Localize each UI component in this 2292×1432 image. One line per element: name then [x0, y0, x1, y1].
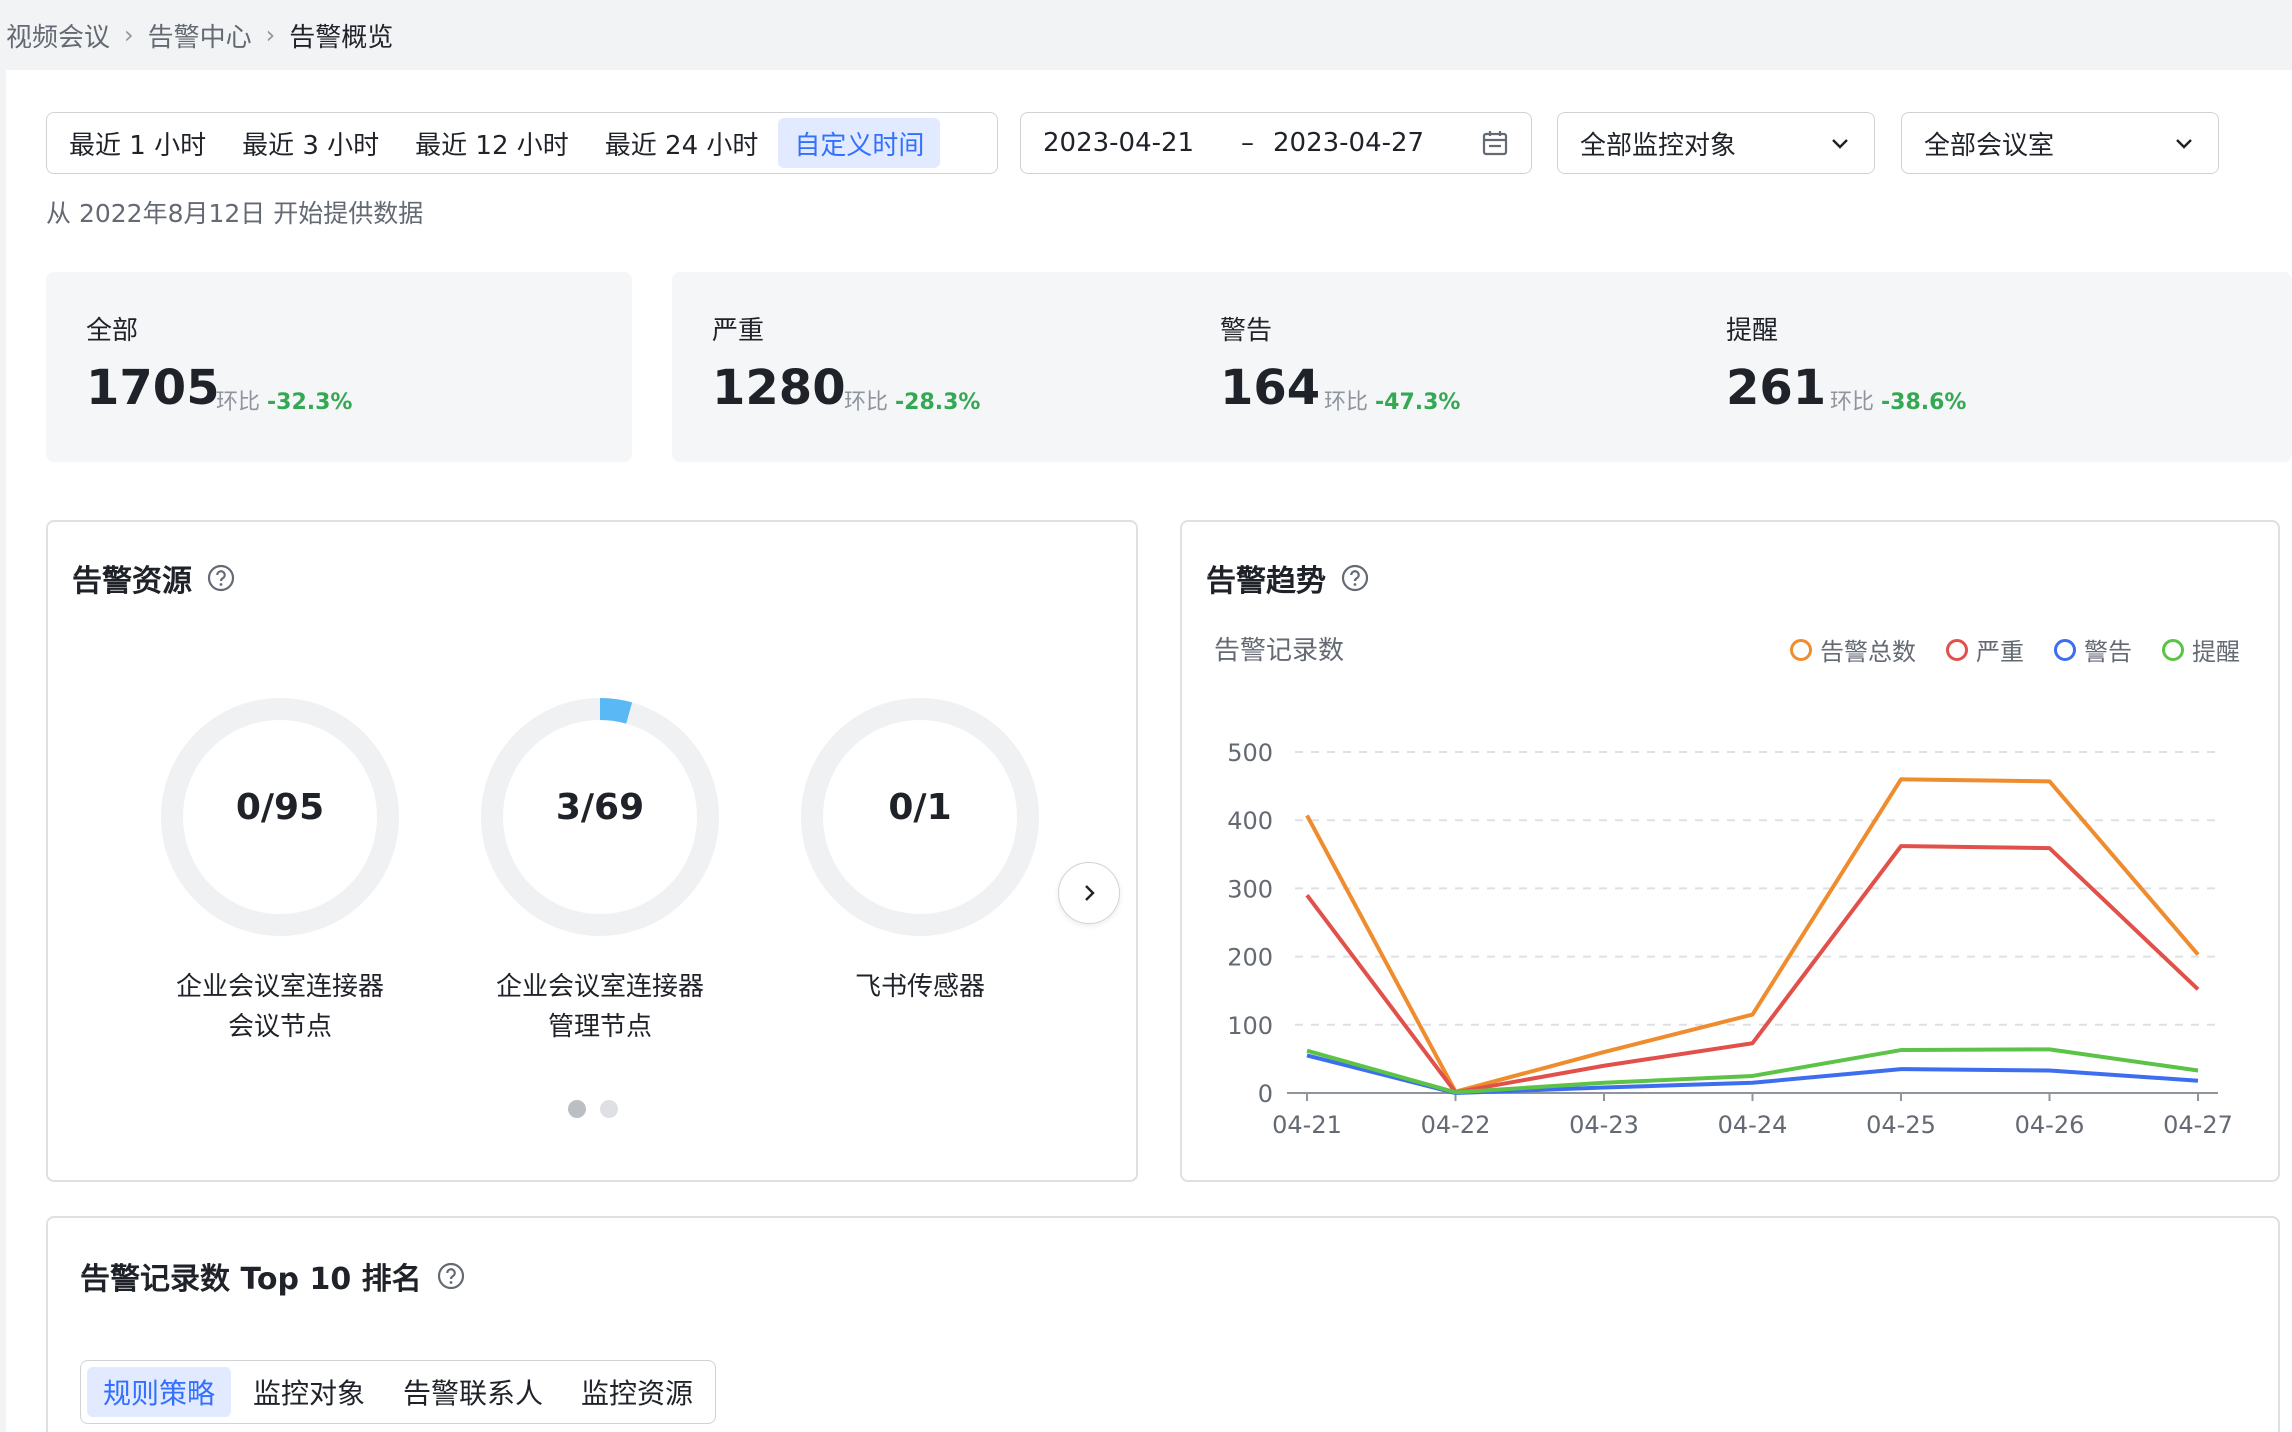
ring-value: 3/69 — [555, 787, 645, 828]
help-icon[interactable] — [206, 563, 236, 593]
pagination-dot-1[interactable] — [568, 1100, 586, 1118]
tab-monitor-object[interactable]: 监控对象 — [237, 1367, 381, 1417]
stat-compare: 环比 -28.3% — [844, 390, 981, 415]
ring-value: 0/1 — [888, 787, 952, 828]
time-range-group: 最近 1 小时 最近 3 小时 最近 12 小时 最近 24 小时 自定义时间 — [46, 112, 998, 174]
breadcrumb: 视频会议 › 告警中心 › 告警概览 — [0, 0, 2292, 70]
stat-change: -28.3% — [895, 390, 981, 415]
ring-label: 企业会议室连接器 会议节点 — [175, 972, 384, 1042]
x-tick-label: 04-23 — [1569, 1111, 1639, 1139]
chevron-right-icon: › — [265, 21, 276, 49]
stat-value: 261 — [1726, 360, 1827, 416]
date-start[interactable]: 2023-04-21 — [1043, 128, 1241, 158]
date-end[interactable]: 2023-04-27 — [1273, 128, 1481, 158]
stat-label: 全部 — [86, 316, 139, 346]
date-range-picker[interactable]: 2023-04-21 – 2023-04-27 — [1020, 112, 1532, 174]
y-tick-label: 100 — [1227, 1012, 1273, 1040]
stat-compare: 环比 -32.3% — [216, 390, 353, 415]
trend-line-chart: 0 100 200 300 400 500 04-21 04-22 04-23 04-24 04-2… — [1227, 739, 2233, 1139]
stat-card-levels: 严重 1280 环比 -28.3% 警告 164 环比 -47.3% 提醒 26… — [672, 272, 2292, 462]
card-title: 告警资源 — [72, 556, 236, 600]
y-tick-label: 0 — [1258, 1080, 1273, 1108]
breadcrumb-item-video-meeting[interactable]: 视频会议 — [6, 17, 110, 54]
ring-label: 企业会议室连接器 管理节点 — [495, 972, 704, 1042]
stat-change: -47.3% — [1375, 390, 1461, 415]
calendar-icon[interactable] — [1481, 129, 1509, 157]
main-content: 最近 1 小时 最近 3 小时 最近 12 小时 最近 24 小时 自定义时间 … — [6, 70, 2292, 1432]
y-tick-label: 200 — [1227, 944, 1273, 972]
tab-monitor-resource[interactable]: 监控资源 — [565, 1367, 709, 1417]
range-3h-button[interactable]: 最近 3 小时 — [226, 118, 395, 168]
range-custom-button[interactable]: 自定义时间 — [778, 118, 941, 168]
chevron-right-icon: › — [124, 21, 134, 49]
stat-change: -32.3% — [267, 390, 353, 415]
top10-title: 告警记录数 Top 10 排名 — [80, 1262, 422, 1297]
chevron-down-icon — [1832, 139, 1848, 149]
series-line-1 — [1305, 844, 2200, 1095]
pagination-dot-2[interactable] — [600, 1100, 618, 1118]
date-separator: – — [1241, 128, 1254, 158]
stat-label: 严重 — [712, 316, 765, 346]
x-tick-label: 04-21 — [1272, 1111, 1342, 1139]
monitor-object-select-value: 全部监控对象 — [1580, 130, 1737, 161]
x-tick-label: 04-22 — [1421, 1111, 1491, 1139]
range-12h-button[interactable]: 最近 12 小时 — [399, 118, 585, 168]
breadcrumb-item-alert-overview: 告警概览 — [289, 22, 394, 53]
stat-compare: 环比 -38.6% — [1830, 390, 1967, 415]
x-tick-label: 04-24 — [1718, 1111, 1788, 1139]
stat-label: 提醒 — [1726, 316, 1779, 346]
carousel-pagination — [568, 1100, 618, 1118]
meeting-room-select[interactable]: 全部会议室 — [1901, 112, 2219, 174]
tab-rule-policy[interactable]: 规则策略 — [87, 1367, 232, 1417]
monitor-object-select[interactable]: 全部监控对象 — [1557, 112, 1875, 174]
alert-source-title: 告警资源 — [72, 564, 192, 599]
stat-value: 1705 — [86, 360, 220, 416]
x-tick-label: 04-26 — [2015, 1111, 2085, 1139]
card-title: 告警记录数 Top 10 排名 — [80, 1254, 466, 1298]
stat-card-all: 全部 1705 环比 -32.3% — [46, 272, 632, 462]
alert-trend-card: 告警趋势 告警记录数 告警总数 严重 警告 提醒 0 100 200 300 400 50… — [1180, 520, 2280, 1182]
x-tick-label: 04-27 — [2163, 1111, 2233, 1139]
y-tick-label: 300 — [1227, 875, 1273, 903]
data-availability-hint: 从 2022年8月12日 开始提供数据 — [46, 199, 424, 228]
next-page-button[interactable] — [1058, 862, 1120, 924]
stat-compare: 环比 -47.3% — [1324, 390, 1461, 415]
top10-card: 告警记录数 Top 10 排名 规则策略 监控对象 告警联系人 监控资源 — [46, 1216, 2280, 1432]
alert-source-card: 告警资源 0/95 企业会议室连接器 会议节点 3/69 企业会议室连接器 管理… — [46, 520, 1138, 1182]
stat-change: -38.6% — [1881, 390, 1967, 415]
stat-value: 1280 — [712, 360, 846, 416]
tab-alert-contact[interactable]: 告警联系人 — [387, 1367, 559, 1417]
range-24h-button[interactable]: 最近 24 小时 — [589, 118, 775, 168]
breadcrumb-item-alert-center[interactable]: 告警中心 — [148, 17, 252, 54]
y-tick-label: 400 — [1227, 807, 1273, 835]
meeting-room-select-value: 全部会议室 — [1924, 130, 2055, 161]
top10-tabs: 规则策略 监控对象 告警联系人 监控资源 — [80, 1360, 717, 1424]
x-tick-label: 04-25 — [1866, 1111, 1936, 1139]
stat-value: 164 — [1220, 360, 1321, 416]
chevron-down-icon — [2176, 139, 2192, 149]
range-1h-button[interactable]: 最近 1 小时 — [53, 118, 222, 168]
chevron-right-icon — [1085, 885, 1095, 901]
help-icon[interactable] — [436, 1261, 466, 1291]
stat-label: 警告 — [1220, 316, 1273, 346]
ring-label: 飞书传感器 — [854, 972, 985, 1002]
ring-value: 0/95 — [235, 787, 325, 828]
y-tick-label: 500 — [1227, 739, 1273, 767]
